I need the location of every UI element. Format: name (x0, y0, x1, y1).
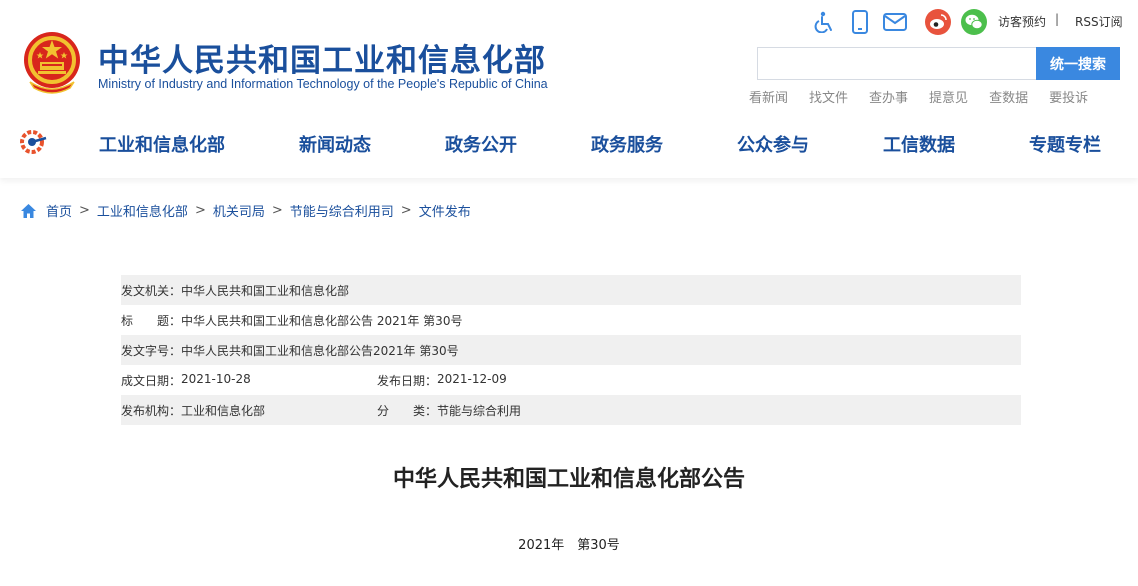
article-number: 2021年 第30号 (518, 538, 620, 553)
quick-link-complaint[interactable]: 要投诉 (1049, 87, 1088, 106)
document-info-table: 发文机关： 中华人民共和国工业和信息化部 标 题： 中华人民共和国工业和信息化部… (121, 275, 1021, 425)
nav-item-gov-info[interactable]: 政务公开 (445, 131, 517, 157)
title-value: 中华人民共和国工业和信息化部公告 2021年 第30号 (181, 313, 463, 328)
rss-link[interactable]: RSS订阅 (1075, 13, 1123, 30)
link-separator: | (1055, 12, 1060, 26)
wechat-icon[interactable] (961, 9, 987, 35)
quick-link-documents[interactable]: 找文件 (809, 87, 848, 106)
info-row-issuer: 发文机关： 中华人民共和国工业和信息化部 (121, 275, 1021, 305)
category-label: 分 类： (377, 403, 438, 418)
miit-logo-icon[interactable] (18, 129, 48, 155)
info-row-dates: 成文日期： 2021-10-28 发布日期： 2021-12-09 (121, 365, 1021, 395)
breadcrumb-file-release[interactable]: 文件发布 (419, 201, 471, 220)
quick-link-news[interactable]: 看新闻 (749, 87, 788, 106)
org-cell: 发布机构： 工业和信息化部 (121, 402, 265, 419)
nav-item-news[interactable]: 新闻动态 (299, 131, 371, 157)
breadcrumb-departments[interactable]: 机关司局 (213, 201, 265, 220)
doc-no-label: 发文字号： (121, 343, 182, 358)
nav-item-gov-services[interactable]: 政务服务 (591, 131, 663, 157)
info-row-title: 标 题： 中华人民共和国工业和信息化部公告 2021年 第30号 (121, 305, 1021, 335)
nav-item-public-participation[interactable]: 公众参与 (737, 131, 809, 157)
breadcrumb-separator: > (271, 203, 283, 218)
nav-item-ministry[interactable]: 工业和信息化部 (99, 131, 225, 157)
breadcrumb-separator: > (194, 203, 206, 218)
breadcrumb-separator: > (400, 203, 412, 218)
category-value: 节能与综合利用 (437, 403, 522, 418)
quick-links: 看新闻 找文件 查办事 提意见 查数据 要投诉 (749, 87, 1109, 106)
issuer-label: 发文机关： (121, 283, 182, 298)
search-button[interactable]: 统一搜索 (1036, 47, 1120, 80)
nav-item-topics[interactable]: 专题专栏 (1029, 131, 1101, 157)
site-header: 中华人民共和国工业和信息化部 Ministry of Industry and … (0, 0, 1138, 178)
created-value: 2021-10-28 (181, 371, 251, 386)
mail-icon[interactable] (882, 9, 908, 35)
org-value: 工业和信息化部 (181, 403, 266, 418)
visitor-booking-link[interactable]: 访客预约 (998, 13, 1046, 30)
breadcrumb-separator: > (79, 203, 90, 218)
accessibility-icon[interactable] (812, 9, 838, 35)
quick-link-services[interactable]: 查办事 (869, 87, 908, 106)
weibo-icon[interactable] (925, 9, 951, 35)
breadcrumb-home[interactable]: 首页 (46, 201, 72, 220)
category-cell: 分 类： 节能与综合利用 (377, 402, 521, 419)
national-emblem-icon (24, 32, 80, 94)
doc-no-value: 中华人民共和国工业和信息化部公告2021年 第30号 (181, 343, 459, 358)
org-label: 发布机构： (121, 403, 182, 418)
search-input[interactable] (757, 47, 1037, 80)
title-label: 标 题： (121, 313, 182, 328)
created-label: 成文日期： (121, 373, 182, 388)
published-label: 发布日期： (377, 373, 438, 388)
published-date-cell: 发布日期： 2021-12-09 (377, 372, 507, 389)
nav-item-data[interactable]: 工信数据 (883, 131, 955, 157)
quick-link-feedback[interactable]: 提意见 (929, 87, 968, 106)
breadcrumb: 首页 > 工业和信息化部 > 机关司局 > 节能与综合利用司 > 文件发布 (20, 201, 471, 220)
site-title[interactable]: 中华人民共和国工业和信息化部 (98, 35, 546, 80)
info-row-doc-no: 发文字号： 中华人民共和国工业和信息化部公告2021年 第30号 (121, 335, 1021, 365)
breadcrumb-ministry[interactable]: 工业和信息化部 (97, 201, 188, 220)
info-row-org: 发布机构： 工业和信息化部 分 类： 节能与综合利用 (121, 395, 1021, 425)
mobile-icon[interactable] (847, 9, 873, 35)
quick-link-data[interactable]: 查数据 (989, 87, 1028, 106)
article-title: 中华人民共和国工业和信息化部公告 (392, 467, 745, 492)
created-date-cell: 成文日期： 2021-10-28 (121, 372, 251, 389)
issuer-value: 中华人民共和国工业和信息化部 (181, 283, 350, 298)
home-icon[interactable] (20, 203, 37, 219)
published-value: 2021-12-09 (437, 371, 507, 386)
breadcrumb-energy-dept[interactable]: 节能与综合利用司 (290, 201, 394, 220)
site-subtitle: Ministry of Industry and Information Tec… (98, 77, 548, 91)
